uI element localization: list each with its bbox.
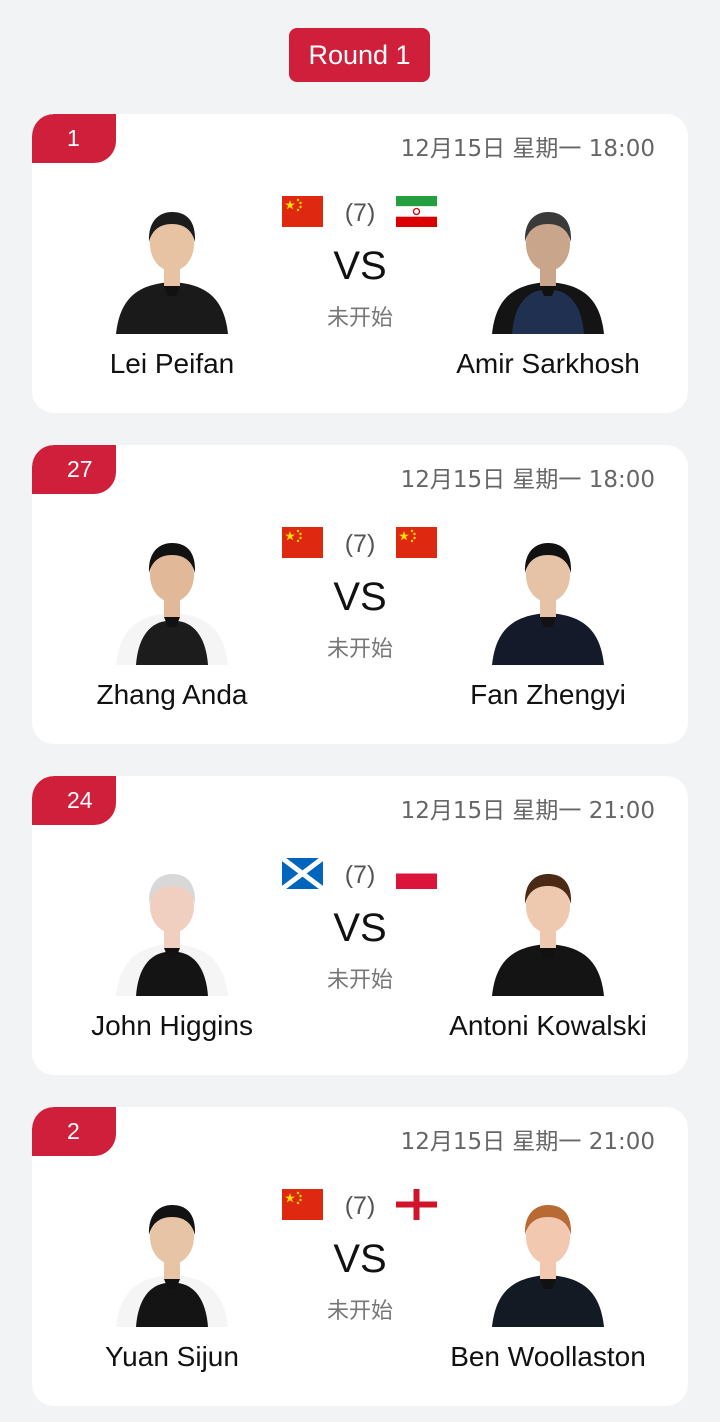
best-of-frames: (7) bbox=[344, 1192, 376, 1220]
player-name-right[interactable]: Amir Sarkhosh bbox=[398, 346, 688, 382]
match-datetime: 12月15日 星期一 18:00 bbox=[400, 136, 655, 162]
vs-label: VS bbox=[333, 906, 387, 950]
match-datetime: 12月15日 星期一 21:00 bbox=[400, 1129, 655, 1155]
player-photo-right[interactable] bbox=[482, 860, 614, 996]
round-tab[interactable]: Round 1 bbox=[289, 28, 430, 82]
china-flag-icon bbox=[396, 527, 437, 558]
seed-badge: 27 bbox=[32, 445, 116, 494]
player-photo-left[interactable] bbox=[106, 860, 238, 996]
match-card[interactable]: 2 12月15日 星期一 21:00 (7) VS 未开始 Yuan Sijun… bbox=[32, 1107, 688, 1406]
best-of-frames: (7) bbox=[344, 861, 376, 889]
player-name-left[interactable]: Yuan Sijun bbox=[32, 1339, 322, 1375]
poland-flag-icon bbox=[396, 858, 437, 889]
player-name-right[interactable]: Fan Zhengyi bbox=[398, 677, 688, 713]
player-photo-right[interactable] bbox=[482, 198, 614, 334]
china-flag-icon bbox=[282, 527, 323, 558]
scotland-flag-icon bbox=[282, 858, 323, 889]
seed-badge: 2 bbox=[32, 1107, 116, 1156]
vs-label: VS bbox=[333, 244, 387, 288]
best-of-frames: (7) bbox=[344, 530, 376, 558]
player-photo-left[interactable] bbox=[106, 1191, 238, 1327]
iran-flag-icon bbox=[396, 196, 437, 227]
player-name-left[interactable]: John Higgins bbox=[32, 1008, 322, 1044]
player-name-right[interactable]: Ben Woollaston bbox=[398, 1339, 688, 1375]
seed-badge: 1 bbox=[32, 114, 116, 163]
match-card[interactable]: 27 12月15日 星期一 18:00 (7) VS 未开始 Zhang And… bbox=[32, 445, 688, 744]
player-photo-right[interactable] bbox=[482, 1191, 614, 1327]
player-photo-right[interactable] bbox=[482, 529, 614, 665]
player-name-left[interactable]: Lei Peifan bbox=[32, 346, 322, 382]
vs-label: VS bbox=[333, 575, 387, 619]
match-card[interactable]: 24 12月15日 星期一 21:00 (7) VS 未开始 John Higg… bbox=[32, 776, 688, 1075]
player-photo-left[interactable] bbox=[106, 198, 238, 334]
player-name-right[interactable]: Antoni Kowalski bbox=[398, 1008, 688, 1044]
match-status: 未开始 bbox=[326, 306, 393, 331]
england-flag-icon bbox=[396, 1189, 437, 1220]
match-datetime: 12月15日 星期一 18:00 bbox=[400, 467, 655, 493]
player-photo-left[interactable] bbox=[106, 529, 238, 665]
best-of-frames: (7) bbox=[344, 199, 376, 227]
match-status: 未开始 bbox=[326, 968, 393, 993]
seed-badge: 24 bbox=[32, 776, 116, 825]
player-name-left[interactable]: Zhang Anda bbox=[32, 677, 322, 713]
match-card[interactable]: 1 12月15日 星期一 18:00 (7) VS 未开始 Lei Peifan… bbox=[32, 114, 688, 413]
china-flag-icon bbox=[282, 196, 323, 227]
vs-label: VS bbox=[333, 1237, 387, 1281]
china-flag-icon bbox=[282, 1189, 323, 1220]
match-status: 未开始 bbox=[326, 637, 393, 662]
match-datetime: 12月15日 星期一 21:00 bbox=[400, 798, 655, 824]
match-status: 未开始 bbox=[326, 1299, 393, 1324]
